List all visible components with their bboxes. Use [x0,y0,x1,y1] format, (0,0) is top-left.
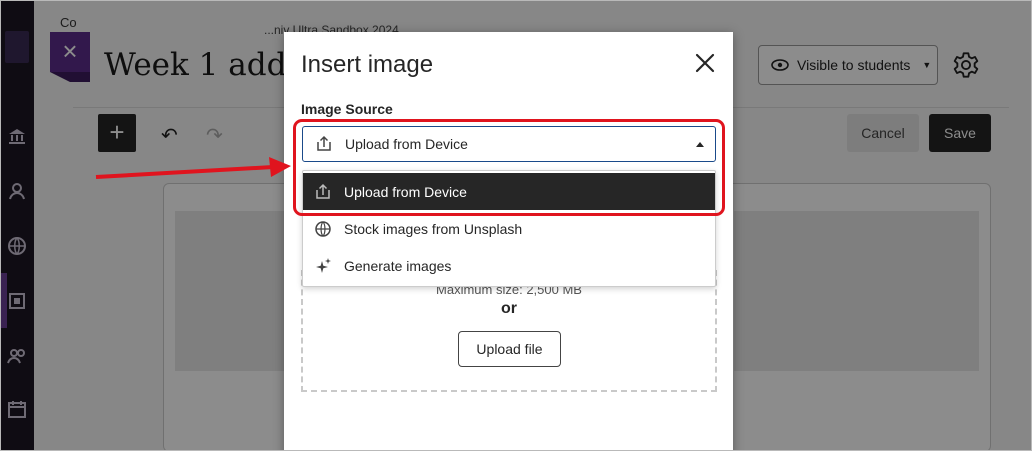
sparkle-icon [316,257,331,273]
option-generate-images[interactable]: Generate images [303,247,715,284]
annotation-highlight-box [293,119,725,216]
globe-icon [315,220,331,237]
or-separator: or [501,300,517,317]
image-source-label: Image Source [301,101,393,117]
close-icon[interactable] [693,51,717,75]
insert-image-dialog: Insert image Image Source Upload from De… [284,32,733,450]
option-label: Stock images from Unsplash [344,220,523,237]
option-label: Generate images [344,257,452,274]
file-dropzone[interactable]: Maximum size: 2,500 MB or Upload file [301,270,717,392]
dialog-title: Insert image [301,51,434,78]
screenshot-frame: Co ...niv Ultra Sandbox 2024 × Week 1 ad… [0,0,1032,451]
upload-file-button[interactable]: Upload file [458,331,561,367]
